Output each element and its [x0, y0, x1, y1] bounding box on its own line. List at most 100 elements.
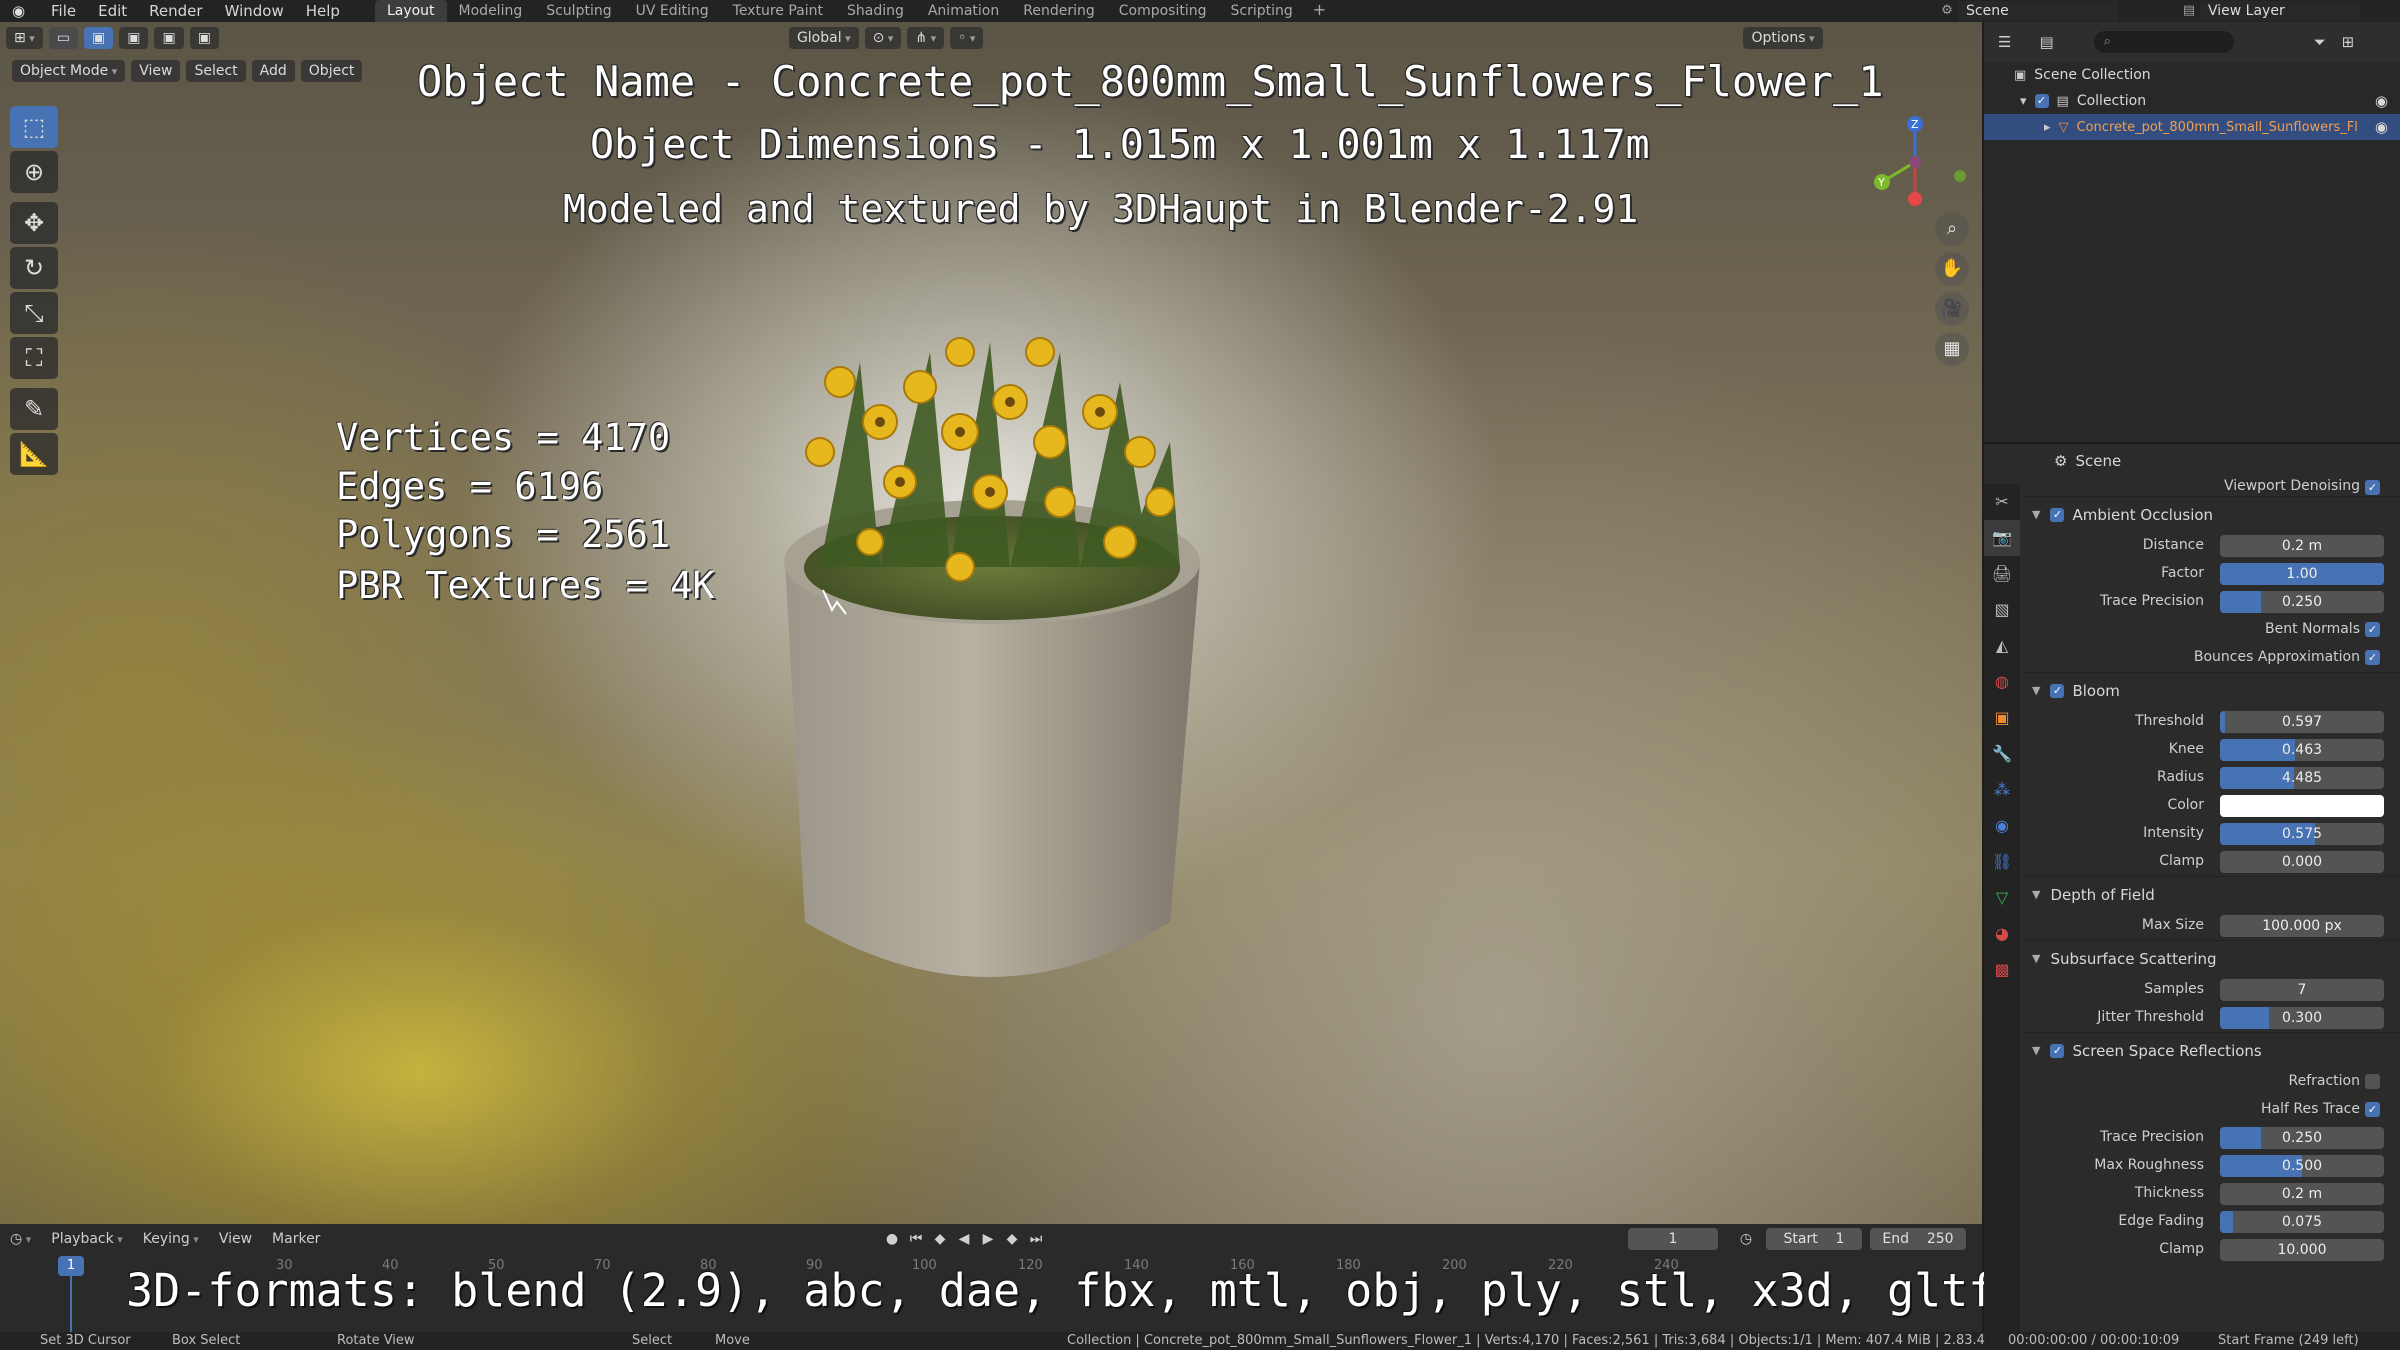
- refraction-checkbox[interactable]: [2365, 1074, 2380, 1089]
- bloom-panel[interactable]: ▼ ✓ Bloom: [2024, 672, 2400, 708]
- collection-checkbox[interactable]: ✓: [2034, 94, 2049, 108]
- menu-render[interactable]: Render: [138, 0, 213, 22]
- data-tab-icon[interactable]: ▽: [1984, 880, 2020, 916]
- camera-view-icon[interactable]: 🎥: [1935, 292, 1969, 326]
- tab-modeling[interactable]: Modeling: [447, 0, 535, 22]
- ssr-thickness-field[interactable]: 0.2 m: [2220, 1183, 2384, 1205]
- outliner[interactable]: ☰ ▤ ⌕ ⏷ ⊞ ▣ Scene Collection ▾ ✓ ▤ Colle…: [1984, 22, 2400, 442]
- tab-scripting[interactable]: Scripting: [1219, 0, 1305, 22]
- timeline[interactable]: ◷ Playback Keying View Marker ● ⏮ ◆ ◀ ▶ …: [0, 1224, 2131, 1332]
- object-row[interactable]: ▸ ▽ Concrete_pot_800mm_Small_Sunflowers_…: [1984, 114, 2400, 140]
- ssr-edge-slider[interactable]: 0.075: [2220, 1211, 2384, 1233]
- object-expand-icon[interactable]: ▸: [2044, 120, 2051, 135]
- half-res-checkbox[interactable]: ✓: [2365, 1102, 2380, 1117]
- ssr-checkbox[interactable]: ✓: [2050, 1043, 2065, 1058]
- rotate-tool-icon[interactable]: ↻: [10, 247, 58, 289]
- screen-space-reflections-panel[interactable]: ▼ ✓ Screen Space Reflections: [2024, 1032, 2400, 1068]
- next-keyframe-icon[interactable]: ◆: [1000, 1228, 1024, 1250]
- tab-uv-editing[interactable]: UV Editing: [624, 0, 721, 22]
- current-frame-field[interactable]: 1: [1628, 1228, 1718, 1250]
- tab-shading[interactable]: Shading: [835, 0, 916, 22]
- scene-icon[interactable]: ⚙: [1936, 2, 1958, 20]
- display-mode-icon[interactable]: ▤: [2039, 33, 2053, 51]
- menu-file[interactable]: File: [40, 0, 87, 22]
- keying-menu[interactable]: Keying: [133, 1231, 209, 1247]
- ao-trace-slider[interactable]: 0.250: [2220, 591, 2384, 613]
- scale-tool-icon[interactable]: ⤡: [10, 292, 58, 334]
- view-layer-field[interactable]: View Layer: [2200, 1, 2360, 21]
- scene-tab-icon[interactable]: ◭: [1984, 628, 2020, 664]
- record-icon[interactable]: ●: [880, 1228, 904, 1250]
- collapse-arrow-icon[interactable]: ▼: [2032, 1044, 2040, 1057]
- play-icon[interactable]: ▶: [976, 1228, 1000, 1250]
- playback-menu[interactable]: Playback: [41, 1231, 133, 1247]
- object-tab-icon[interactable]: ▣: [1984, 700, 2020, 736]
- move-tool-icon[interactable]: ✥: [10, 202, 58, 244]
- end-frame-field[interactable]: End 250: [1870, 1228, 1966, 1250]
- bloom-color-swatch[interactable]: [2220, 795, 2384, 817]
- transform-tool-icon[interactable]: ⛶: [10, 337, 58, 379]
- perspective-grid-icon[interactable]: ▦: [1935, 332, 1969, 366]
- properties-editor[interactable]: ⚙ Scene ✂ 📷 🖨 ▧ ◭ ◍ ▣ 🔧 ⁂ ◉ ⛓ ▽ ◕ ▩ View…: [1984, 442, 2400, 1334]
- ssr-clamp-field[interactable]: 10.000: [2220, 1239, 2384, 1261]
- ao-factor-slider[interactable]: 1.00: [2220, 563, 2384, 585]
- ambient-occlusion-checkbox[interactable]: ✓: [2050, 507, 2065, 522]
- tab-layout[interactable]: Layout: [374, 0, 447, 22]
- physics-tab-icon[interactable]: ◉: [1984, 808, 2020, 844]
- tab-animation[interactable]: Animation: [916, 0, 1011, 22]
- subsurface-scattering-panel[interactable]: ▼ Subsurface Scattering: [2024, 940, 2400, 976]
- ssr-trace-slider[interactable]: 0.250: [2220, 1127, 2384, 1149]
- constraints-tab-icon[interactable]: ⛓: [1984, 844, 2020, 880]
- timeline-editor-icon[interactable]: ◷: [0, 1231, 41, 1247]
- viewport-denoising-checkbox[interactable]: ✓: [2365, 480, 2380, 495]
- bloom-clamp-field[interactable]: 0.000: [2220, 851, 2384, 873]
- cursor-tool-icon[interactable]: ⊕: [10, 151, 58, 193]
- modifier-tab-icon[interactable]: 🔧: [1984, 736, 2020, 772]
- blender-logo-icon[interactable]: ◉: [12, 2, 32, 20]
- navigation-gizmo[interactable]: Z Y: [1860, 104, 1970, 214]
- bloom-checkbox[interactable]: ✓: [2050, 683, 2065, 698]
- annotate-tool-icon[interactable]: ✎: [10, 388, 58, 430]
- collapse-arrow-icon[interactable]: ▼: [2032, 952, 2040, 965]
- outliner-editor-icon[interactable]: ☰: [1998, 33, 2011, 51]
- clock-icon[interactable]: ◷: [1734, 1228, 1758, 1250]
- object-visibility-eye-icon[interactable]: ◉: [2375, 118, 2388, 136]
- add-workspace-icon[interactable]: +: [1305, 0, 1334, 22]
- play-reverse-icon[interactable]: ◀: [952, 1228, 976, 1250]
- timeline-view-menu[interactable]: View: [209, 1231, 262, 1247]
- prev-keyframe-icon[interactable]: ◆: [928, 1228, 952, 1250]
- marker-menu[interactable]: Marker: [262, 1231, 330, 1247]
- tool-tab-icon[interactable]: ✂: [1984, 484, 2020, 520]
- collapse-arrow-icon[interactable]: ▼: [2032, 508, 2040, 521]
- texture-tab-icon[interactable]: ▩: [1984, 952, 2020, 988]
- collection-visibility-eye-icon[interactable]: ◉: [2375, 92, 2388, 110]
- start-frame-field[interactable]: Start 1: [1766, 1228, 1862, 1250]
- view-layer-icon[interactable]: ▤: [2178, 2, 2200, 20]
- jump-start-icon[interactable]: ⏮: [904, 1228, 928, 1250]
- collapse-arrow-icon[interactable]: ▼: [2032, 888, 2040, 901]
- sss-jitter-slider[interactable]: 0.300: [2220, 1007, 2384, 1029]
- bounces-checkbox[interactable]: ✓: [2365, 650, 2380, 665]
- tab-compositing[interactable]: Compositing: [1107, 0, 1219, 22]
- output-tab-icon[interactable]: 🖨: [1984, 556, 2020, 592]
- dof-max-size-field[interactable]: 100.000 px: [2220, 915, 2384, 937]
- ao-distance-field[interactable]: 0.2 m: [2220, 535, 2384, 557]
- particles-tab-icon[interactable]: ⁂: [1984, 772, 2020, 808]
- menu-window[interactable]: Window: [214, 0, 295, 22]
- measure-tool-icon[interactable]: 📐: [10, 433, 58, 475]
- tab-sculpting[interactable]: Sculpting: [534, 0, 623, 22]
- menu-help[interactable]: Help: [295, 0, 351, 22]
- collection-row[interactable]: ▾ ✓ ▤ Collection ◉: [1984, 88, 2400, 114]
- expand-arrow-icon[interactable]: ▾: [2020, 94, 2027, 109]
- material-tab-icon[interactable]: ◕: [1984, 916, 2020, 952]
- depth-of-field-panel[interactable]: ▼ Depth of Field: [2024, 876, 2400, 912]
- render-tab-icon[interactable]: 📷: [1984, 520, 2020, 556]
- ambient-occlusion-panel[interactable]: ▼ ✓ Ambient Occlusion: [2024, 496, 2400, 532]
- tab-texture-paint[interactable]: Texture Paint: [721, 0, 835, 22]
- tab-rendering[interactable]: Rendering: [1011, 0, 1107, 22]
- filter-icon[interactable]: ⏷: [2314, 33, 2326, 51]
- view-layer-tab-icon[interactable]: ▧: [1984, 592, 2020, 628]
- menu-edit[interactable]: Edit: [87, 0, 138, 22]
- zoom-icon[interactable]: ⌕: [1935, 212, 1969, 246]
- collapse-arrow-icon[interactable]: ▼: [2032, 684, 2040, 697]
